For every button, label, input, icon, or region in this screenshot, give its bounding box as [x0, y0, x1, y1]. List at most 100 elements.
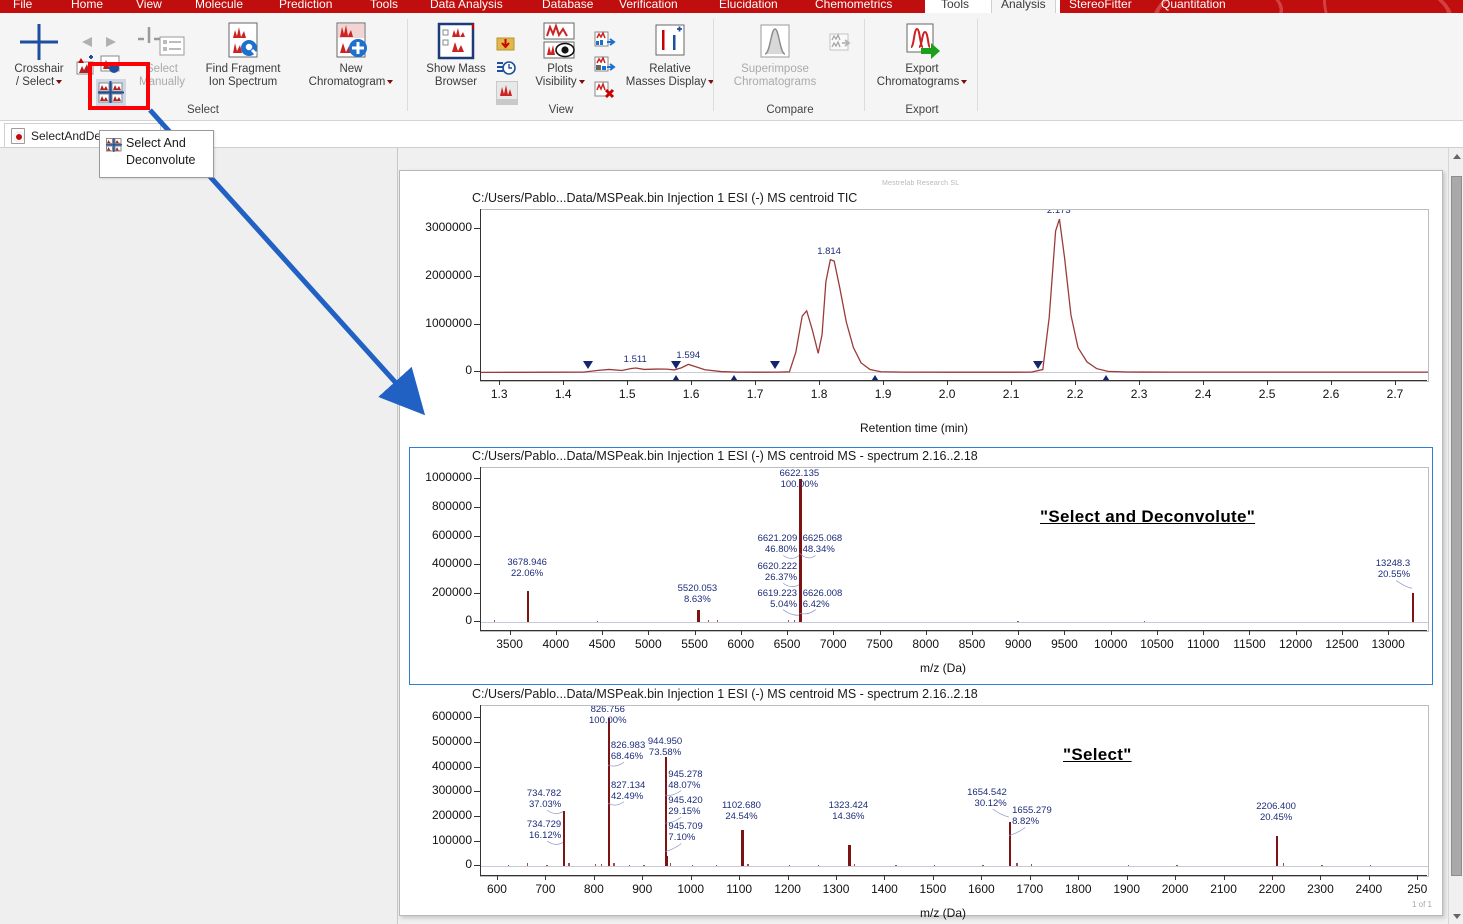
delete-plot-icon[interactable]	[594, 81, 616, 104]
tab-view[interactable]: View	[127, 0, 171, 13]
peak-label: 6620.22226.37%	[737, 561, 797, 583]
ribbon-panel: Crosshair / Select	[0, 13, 1463, 121]
crosshair-dropdown-caret[interactable]	[56, 80, 62, 84]
peak-stick[interactable]	[800, 553, 802, 622]
tab-stereofitter[interactable]: StereoFitter	[1060, 0, 1141, 13]
peak-stick[interactable]	[563, 811, 565, 866]
x-tick-label: 1.9	[853, 387, 913, 401]
crosshair-icon	[6, 21, 72, 63]
minor-peak	[818, 865, 819, 867]
range-marker-start-icon[interactable]	[583, 361, 593, 369]
range-marker-start-icon[interactable]	[770, 361, 780, 369]
chart-deconvoluted[interactable]: C:/Users/Pablo...Data/MSPeak.bin Injecti…	[400, 449, 1444, 684]
time-icon[interactable]	[496, 58, 516, 81]
x-tick-label: 1.4	[533, 387, 593, 401]
scroll-down-arrow[interactable]	[1449, 909, 1463, 924]
superimpose-label-1: Superimpose	[723, 63, 827, 76]
chart-tic-plot-area[interactable]: 1.5111.5941.8142.173	[481, 210, 1428, 381]
tab-data-analysis[interactable]: Data Analysis	[421, 0, 512, 13]
peak-stick[interactable]	[665, 856, 667, 866]
peak-label: 3678.94622.06%	[507, 557, 547, 579]
group-label-select: Select	[0, 104, 406, 116]
peak-stick[interactable]	[1412, 593, 1414, 622]
ribbon-tab-bar[interactable]: File Home View Molecule Prediction Tools…	[0, 0, 1463, 13]
minor-peak	[508, 865, 509, 867]
chart-tic-xlabel: Retention time (min)	[860, 421, 968, 435]
find-fragment-ion-spectrum-button[interactable]: Find Fragment Ion Spectrum	[188, 21, 298, 89]
vertical-scrollbar[interactable]	[1448, 148, 1463, 924]
range-marker-start-icon[interactable]	[671, 361, 681, 369]
plots-visibility-dropdown-caret[interactable]	[579, 80, 585, 84]
tab-tools[interactable]: Tools	[361, 0, 407, 13]
peak-stick[interactable]	[697, 610, 699, 622]
prev-arrow-icon[interactable]	[79, 35, 95, 54]
x-tick-label: 1.3	[469, 387, 529, 401]
chart-raw[interactable]: C:/Users/Pablo...Data/MSPeak.bin Injecti…	[400, 687, 1444, 922]
peak-stick[interactable]	[608, 803, 610, 866]
peak-stick[interactable]	[527, 591, 529, 623]
chart-raw-title: C:/Users/Pablo...Data/MSPeak.bin Injecti…	[472, 687, 978, 701]
tab-verification[interactable]: Verification	[610, 0, 687, 13]
peak-stick[interactable]	[741, 830, 743, 866]
crosshair-select-button[interactable]: Crosshair / Select	[6, 21, 72, 89]
show-mass-browser-icon	[414, 21, 498, 63]
label-leader-line	[481, 468, 1428, 631]
y-tick-label: 3000000	[400, 220, 472, 234]
workspace: Mestrelab Research SL 1 of 1 C:/Users/Pa…	[0, 148, 1463, 924]
plots-visibility-button[interactable]: Plots Visibility	[524, 21, 596, 89]
tab-tools-contextual[interactable]: Tools	[932, 0, 978, 13]
tab-elucidation[interactable]: Elucidation	[710, 0, 787, 13]
peak-stick[interactable]	[848, 845, 850, 866]
x-tick-label: 2.6	[1301, 387, 1361, 401]
highlight-box-select-and-deconvolute	[88, 62, 150, 110]
spectrum-icon[interactable]	[496, 81, 518, 105]
scroll-thumb[interactable]	[1451, 176, 1462, 876]
minor-peak	[1016, 863, 1017, 866]
export-chromatograms-button[interactable]: Export Chromatograms	[868, 21, 976, 89]
tab-prediction[interactable]: Prediction	[270, 0, 341, 13]
y-tick-label: 600000	[400, 709, 472, 723]
tab-molecule[interactable]: Molecule	[186, 0, 252, 13]
y-tick-label: 400000	[400, 759, 472, 773]
scroll-up-arrow[interactable]	[1449, 148, 1463, 163]
next-arrow-icon[interactable]	[103, 35, 119, 54]
minor-peak	[1370, 865, 1371, 867]
relative-masses-display-button[interactable]: Relative Masses Display	[618, 21, 722, 89]
superimpose-chromatograms-button[interactable]: Superimpose Chromatograms	[723, 21, 827, 89]
minor-peak	[601, 864, 602, 866]
tab-database[interactable]: Database	[533, 0, 602, 13]
relative-masses-icon	[618, 21, 722, 63]
show-mass-browser-button[interactable]: Show Mass Browser	[414, 21, 498, 89]
tab-file[interactable]: File	[4, 0, 41, 13]
x-tick-label: 13000	[1358, 637, 1418, 651]
lock-plot-icon[interactable]	[594, 56, 616, 79]
new-chromatogram-button[interactable]: New Chromatogram	[296, 21, 406, 89]
peak-label: 734.72916.12%	[501, 819, 561, 841]
ribbon-group-view: Show Mass Browser	[408, 13, 714, 120]
range-marker-start-icon[interactable]	[1033, 361, 1043, 369]
y-tick-label: 0	[400, 363, 472, 377]
peak-label: 734.78237.03%	[501, 788, 561, 810]
export-plot-icon[interactable]	[594, 31, 616, 54]
tab-analysis[interactable]: Analysis	[991, 0, 1056, 13]
peak-stick[interactable]	[1009, 853, 1011, 866]
peak-label: 826.756100.00%	[589, 706, 627, 726]
select-and-deconvolute-icon	[106, 138, 122, 152]
annotation-select: "Select"	[1063, 745, 1132, 765]
tab-home[interactable]: Home	[62, 0, 112, 13]
chart-raw-plot-area[interactable]: 734.72916.12% 734.78237.03% 826.756100.00%…	[481, 706, 1428, 876]
chart-tic[interactable]: C:/Users/Pablo...Data/MSPeak.bin Injecti…	[400, 191, 1444, 443]
import-icon[interactable]	[496, 35, 516, 58]
stack-plots-icon[interactable]	[829, 33, 851, 58]
new-chromatogram-dropdown-caret[interactable]	[387, 80, 393, 84]
minor-peak	[1144, 621, 1145, 623]
chart-deconvoluted-plot-area[interactable]: 3678.94622.06%5520.0538.63%6619.2235.04%…	[481, 468, 1428, 631]
y-tick-label: 600000	[400, 528, 472, 542]
chart-deconvoluted-xlabel: m/z (Da)	[920, 661, 966, 675]
export-chromatograms-dropdown-caret[interactable]	[961, 80, 967, 84]
peak-stick[interactable]	[800, 613, 802, 622]
tab-chemometrics[interactable]: Chemometrics	[806, 0, 901, 13]
tab-quantitation[interactable]: Quantitation	[1152, 0, 1235, 13]
peak-stick[interactable]	[1276, 836, 1278, 866]
new-chromatogram-label-2: Chromatogram	[309, 76, 386, 88]
